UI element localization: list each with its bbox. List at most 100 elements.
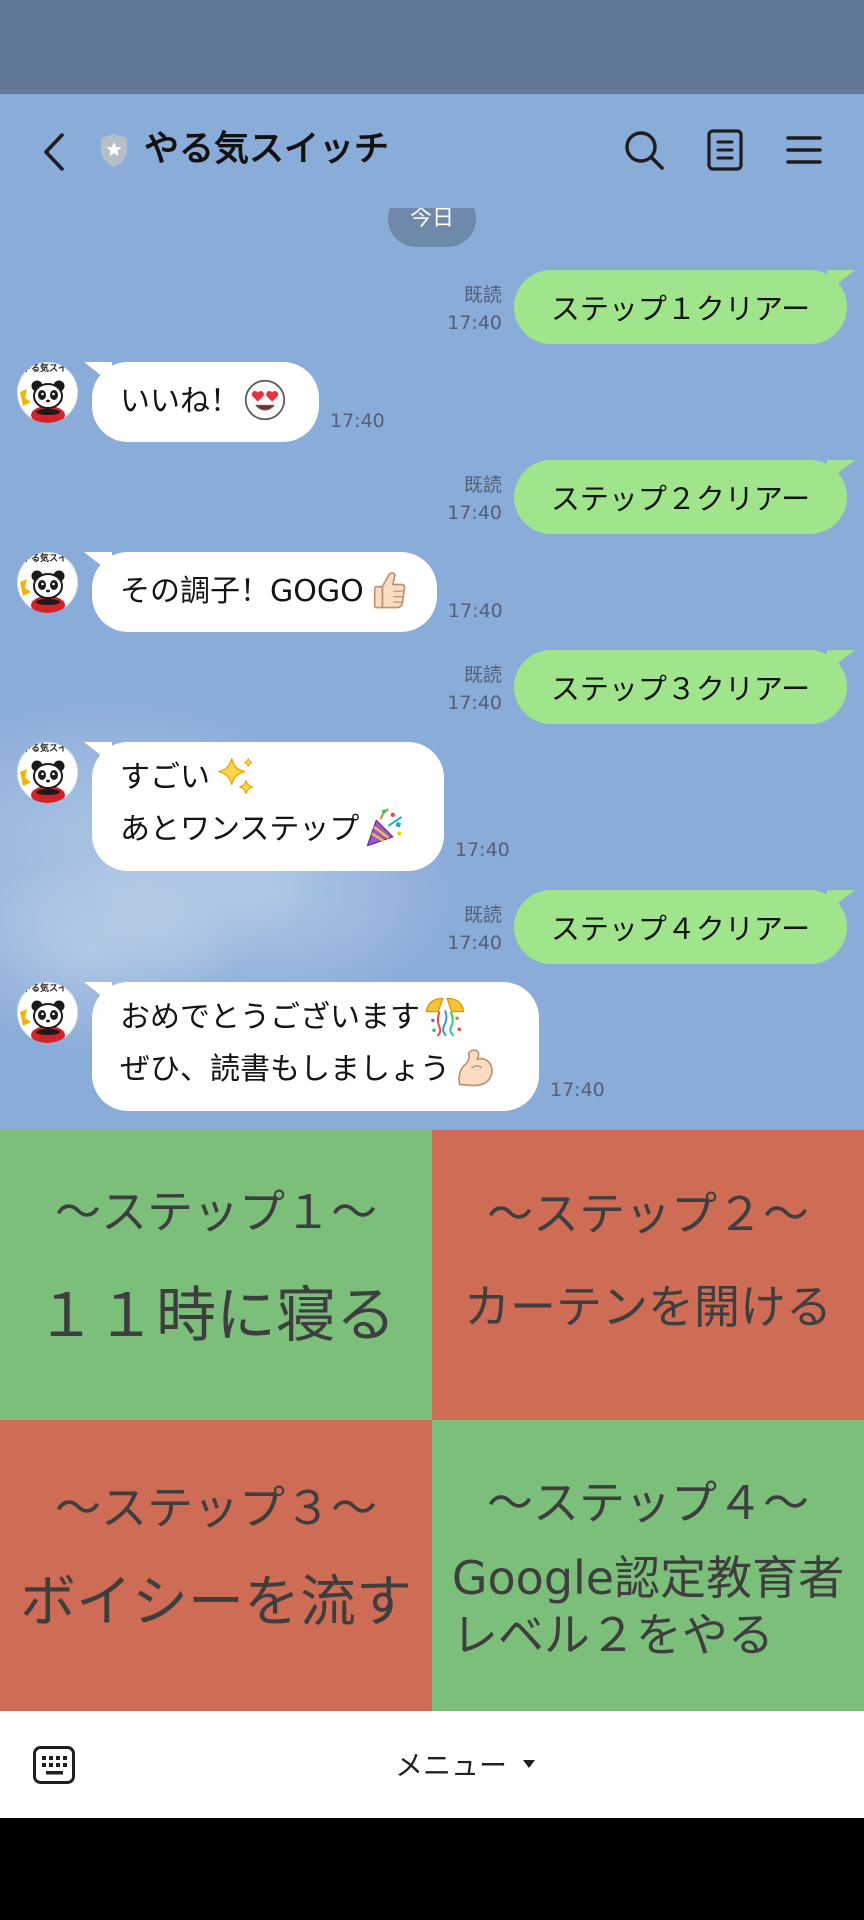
- tile-action-line: レベル２をやる: [451, 1608, 774, 1662]
- message-line: あとワンステップ: [120, 804, 444, 856]
- avatar[interactable]: やる気スイッチ: [17, 362, 78, 423]
- status-bar: [0, 0, 864, 94]
- timestamp: 17:40: [330, 410, 385, 432]
- read-receipt: 既読: [463, 284, 502, 306]
- confetti-ball-emoji-icon: [425, 997, 465, 1037]
- message-text: ステップ３クリアー: [550, 672, 811, 706]
- thumbs-up-emoji-icon: [373, 572, 406, 609]
- received-message: おめでとうございます ぜひ、読書もしましょう 17:40: [92, 982, 605, 1111]
- rich-menu: ～ステップ１～ １１時に寝る ～ステップ２～ カーテンを開ける ～ステップ３～ …: [0, 1130, 864, 1711]
- message-meta: 既読 17:40: [447, 281, 502, 337]
- keyboard-icon: [33, 1746, 75, 1784]
- chevron-left-icon: [44, 133, 64, 171]
- flexed-biceps-emoji-icon: [458, 1049, 493, 1087]
- message-text: あとワンステップ: [120, 812, 360, 847]
- received-message-bubble[interactable]: すごい あとワンステップ: [92, 742, 444, 871]
- message-meta: 既読 17:40: [447, 471, 502, 527]
- message-text: おめでとうございます: [120, 1000, 420, 1035]
- menu-button[interactable]: [785, 134, 823, 166]
- avatar-logo-text: やる気スイッチ: [22, 744, 78, 754]
- message-text: ステップ２クリアー: [550, 482, 811, 516]
- heart-eyes-emoji-icon: [244, 379, 286, 421]
- message-row: やる気スイッチ その調子！GOGO 17:40: [0, 552, 864, 632]
- message-line: いいね！: [120, 376, 319, 428]
- message-row: 既読 17:40 ステップ３クリアー: [0, 650, 864, 724]
- search-button[interactable]: [622, 128, 666, 172]
- rich-menu-tile-step-2[interactable]: ～ステップ２～ カーテンを開ける: [432, 1130, 864, 1420]
- read-receipt: 既読: [463, 664, 502, 686]
- chat-title: やる気スイッチ: [144, 129, 390, 170]
- sparkles-emoji-icon: [218, 758, 253, 794]
- search-icon: [625, 131, 664, 170]
- party-popper-emoji-icon: [367, 808, 403, 847]
- bottom-bar: メニュー: [0, 1711, 864, 1818]
- message-row: 既読 17:40 ステップ２クリアー: [0, 460, 864, 534]
- avatar[interactable]: やる気スイッチ: [17, 552, 78, 613]
- tile-action-line: Google認定教育者: [451, 1551, 845, 1605]
- tile-heading: ～ステップ４～: [487, 1476, 809, 1530]
- timestamp: 17:40: [447, 312, 502, 334]
- avatar-logo-text: やる気スイッチ: [22, 984, 78, 994]
- received-message: その調子！GOGO 17:40: [92, 552, 503, 632]
- timestamp: 17:40: [447, 502, 502, 524]
- tile-action-lines: Google認定教育者 レベル２をやる: [452, 1550, 844, 1664]
- read-receipt: 既読: [463, 904, 502, 926]
- tile-action: １１時に寝る: [36, 1281, 396, 1351]
- menu-toggle-label: メニュー: [395, 1749, 508, 1782]
- timestamp: 17:40: [447, 692, 502, 714]
- message-text: ぜひ、読書もしましょう: [120, 1052, 450, 1087]
- message-line: ぜひ、読書もしましょう: [120, 1044, 539, 1096]
- avatar[interactable]: やる気スイッチ: [17, 982, 78, 1043]
- received-message: すごい あとワンステップ 17:40: [92, 742, 510, 871]
- tile-action: カーテンを開ける: [464, 1280, 832, 1334]
- tile-action: ボイシーを流す: [20, 1570, 412, 1635]
- message-text: すごい: [120, 760, 210, 795]
- chat-header: やる気スイッチ: [0, 94, 864, 208]
- message-text: その調子！GOGO: [120, 574, 364, 609]
- hamburger-menu-icon: [786, 136, 822, 164]
- rich-menu-tile-step-4[interactable]: ～ステップ４～ Google認定教育者 レベル２をやる: [432, 1420, 864, 1711]
- rich-menu-tile-step-3[interactable]: ～ステップ３～ ボイシーを流す: [0, 1420, 432, 1711]
- avatar-logo-text: やる気スイッチ: [22, 554, 78, 564]
- message-line: その調子！GOGO: [120, 566, 437, 618]
- message-row: 既読 17:40 ステップ１クリアー: [0, 270, 864, 344]
- timestamp: 17:40: [448, 600, 503, 622]
- tile-heading: ～ステップ３～: [55, 1481, 377, 1535]
- message-row: 既読 17:40 ステップ４クリアー: [0, 890, 864, 964]
- received-message: いいね！ 17:40: [92, 362, 385, 442]
- sent-message-bubble[interactable]: ステップ２クリアー: [514, 460, 847, 534]
- menu-toggle-button[interactable]: メニュー: [395, 1744, 536, 1784]
- caret-down-icon: [523, 1760, 536, 1768]
- sent-message-bubble[interactable]: ステップ４クリアー: [514, 890, 847, 964]
- tile-heading: ～ステップ２～: [487, 1187, 809, 1241]
- keyboard-button[interactable]: [32, 1743, 76, 1787]
- rich-menu-tile-step-1[interactable]: ～ステップ１～ １１時に寝る: [0, 1130, 432, 1420]
- received-message-bubble[interactable]: その調子！GOGO: [92, 552, 437, 632]
- received-message-bubble[interactable]: おめでとうございます ぜひ、読書もしましょう: [92, 982, 539, 1111]
- message-line: すごい: [120, 752, 444, 804]
- timestamp: 17:40: [550, 1079, 605, 1101]
- sent-message-bubble[interactable]: ステップ１クリアー: [514, 270, 847, 344]
- date-divider-label: 今日: [409, 206, 454, 231]
- sent-message-bubble[interactable]: ステップ３クリアー: [514, 650, 847, 724]
- received-message-bubble[interactable]: いいね！: [92, 362, 319, 442]
- message-text: ステップ４クリアー: [550, 912, 811, 946]
- timestamp: 17:40: [447, 932, 502, 954]
- message-meta: 既読 17:40: [447, 661, 502, 717]
- notes-button[interactable]: [706, 128, 744, 172]
- note-icon: [707, 129, 743, 171]
- shield-star-icon: [101, 134, 127, 167]
- read-receipt: 既読: [463, 474, 502, 496]
- back-button[interactable]: [40, 132, 70, 172]
- message-row: やる気スイッチ いいね！ 17:40: [0, 362, 864, 442]
- message-text: いいね！: [120, 384, 240, 419]
- line-chat-screen: やる気スイッチ 今日 既読 17:40 ステップ１クリアー やる気スイッ いいね…: [0, 0, 864, 1920]
- system-navigation-bar: [0, 1818, 864, 1920]
- message-text: ステップ１クリアー: [550, 292, 811, 326]
- avatar-logo-text: やる気スイッチ: [22, 364, 78, 374]
- message-row: やる気スイッチ すごい あとワンステップ 17:40: [0, 742, 864, 871]
- tile-action: Google認定教育者 レベル２をやる: [432, 1550, 864, 1664]
- message-row: やる気スイッチ おめでとうございます ぜひ、読書もしましょう 17:40: [0, 982, 864, 1111]
- timestamp: 17:40: [455, 839, 510, 861]
- avatar[interactable]: やる気スイッチ: [17, 742, 78, 803]
